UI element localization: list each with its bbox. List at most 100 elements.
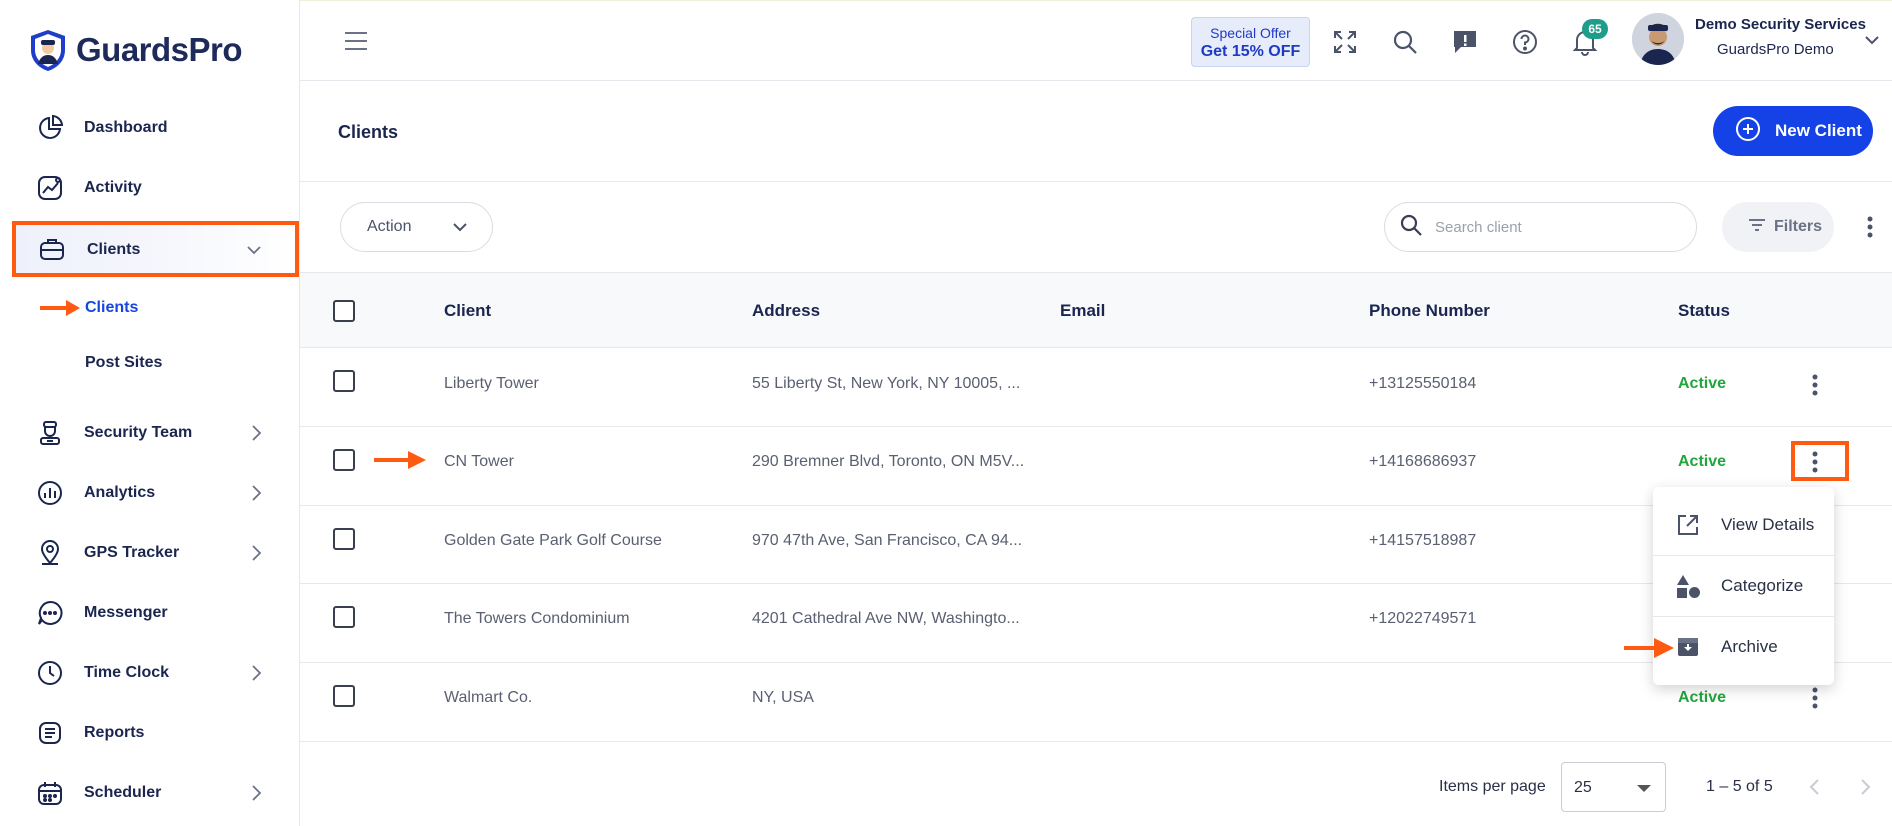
cell-address: 290 Bremner Blvd, Toronto, ON M5V... — [752, 453, 1025, 470]
row-more-options-icon[interactable] — [1811, 686, 1819, 715]
help-icon[interactable] — [1508, 25, 1542, 59]
column-header-email[interactable]: Email — [1060, 301, 1105, 321]
chevron-down-icon — [452, 220, 468, 239]
menu-item-view-details[interactable]: View Details — [1653, 495, 1834, 555]
chevron-down-icon[interactable] — [246, 242, 262, 263]
annotation-arrow — [374, 451, 426, 469]
select-all-checkbox[interactable] — [333, 300, 355, 322]
cell-client: Liberty Tower — [444, 375, 539, 392]
special-offer-banner[interactable]: Special Offer Get 15% OFF — [1191, 17, 1310, 67]
row-checkbox[interactable] — [333, 528, 355, 550]
action-dropdown[interactable]: Action — [340, 202, 493, 252]
shapes-icon — [1675, 573, 1701, 599]
search-box[interactable] — [1384, 202, 1697, 252]
sidebar-item-label: Messenger — [84, 604, 168, 621]
sidebar-item-label: Time Clock — [84, 664, 170, 681]
sidebar-item-label: Security Team — [84, 424, 193, 441]
top-bar: Special Offer Get 15% OFF 65 Demo Securi… — [300, 0, 1892, 81]
table-row[interactable]: Liberty Tower 55 Liberty St, New York, N… — [300, 349, 1892, 427]
chat-bubble-icon — [34, 597, 66, 629]
menu-item-categorize[interactable]: Categorize — [1653, 556, 1834, 616]
sidebar-item-analytics[interactable]: Analytics — [34, 473, 264, 513]
table-header: Client Address Email Phone Number Status — [300, 272, 1892, 348]
row-checkbox[interactable] — [333, 685, 355, 707]
sidebar-item-label: Reports — [84, 724, 145, 741]
row-checkbox[interactable] — [333, 449, 355, 471]
cell-client: The Towers Condominium — [444, 610, 630, 627]
feedback-icon[interactable] — [1448, 25, 1482, 59]
highlighted-more-options — [1791, 441, 1849, 481]
sidebar-item-time-clock[interactable]: Time Clock — [34, 653, 264, 693]
sidebar-item-activity[interactable]: Activity — [34, 168, 264, 208]
sidebar-item-scheduler[interactable]: Scheduler — [34, 773, 264, 813]
column-header-phone[interactable]: Phone Number — [1369, 301, 1490, 321]
search-input[interactable] — [1435, 218, 1675, 236]
cell-client: Golden Gate Park Golf Course — [444, 532, 662, 549]
bar-chart-icon — [34, 477, 66, 509]
chevron-right-icon — [248, 661, 264, 690]
new-client-button[interactable]: New Client — [1713, 106, 1873, 156]
items-per-page-label: Items per page — [1439, 778, 1546, 795]
search-icon[interactable] — [1388, 25, 1422, 59]
pagination-range: 1 – 5 of 5 — [1706, 778, 1773, 795]
chevron-right-icon — [248, 421, 264, 450]
menu-item-archive[interactable]: Archive — [1653, 617, 1834, 677]
annotation-arrow — [40, 300, 80, 316]
sidebar-item-messenger[interactable]: Messenger — [34, 593, 264, 633]
avatar[interactable] — [1632, 13, 1684, 65]
page-title: Clients — [338, 122, 399, 142]
filters-button[interactable]: Filters — [1722, 202, 1834, 252]
plus-circle-icon — [1735, 116, 1761, 147]
fullscreen-icon[interactable] — [1328, 25, 1362, 59]
filters-label: Filters — [1774, 218, 1823, 235]
sidebar-subitem-post-sites[interactable]: Post Sites — [85, 354, 162, 372]
row-checkbox[interactable] — [333, 370, 355, 392]
sidebar-item-label: Scheduler — [84, 784, 162, 801]
sidebar-item-label: GPS Tracker — [84, 544, 180, 561]
search-icon — [1399, 213, 1423, 242]
more-options-icon[interactable] — [1866, 215, 1874, 244]
sidebar: GuardsPro Dashboard Activity Clients Cli… — [0, 0, 300, 826]
previous-page-icon[interactable] — [1807, 776, 1823, 803]
sidebar-item-label: Dashboard — [84, 119, 168, 136]
cell-address: 970 47th Ave, San Francisco, CA 94... — [752, 532, 1023, 549]
cell-client: CN Tower — [444, 453, 514, 470]
dropdown-caret-icon — [1637, 785, 1651, 792]
column-header-status[interactable]: Status — [1678, 301, 1730, 321]
activity-chart-icon — [34, 172, 66, 204]
items-per-page-value: 25 — [1574, 779, 1592, 796]
cell-address: 55 Liberty St, New York, NY 10005, ... — [752, 375, 1021, 392]
shield-guard-logo-icon — [31, 30, 65, 71]
brand-logo[interactable]: GuardsPro — [28, 28, 243, 72]
items-per-page-select[interactable]: 25 — [1561, 762, 1666, 812]
sidebar-item-reports[interactable]: Reports — [34, 713, 264, 753]
external-link-icon — [1675, 512, 1701, 538]
next-page-icon[interactable] — [1857, 776, 1873, 803]
sidebar-item-gps-tracker[interactable]: GPS Tracker — [34, 533, 264, 573]
guard-icon — [34, 417, 66, 449]
cell-client: Walmart Co. — [444, 689, 533, 706]
column-header-client[interactable]: Client — [444, 301, 491, 321]
sidebar-item-security-team[interactable]: Security Team — [34, 413, 264, 453]
row-more-options-icon[interactable] — [1811, 373, 1819, 402]
sidebar-item-label: Analytics — [84, 484, 156, 501]
cell-phone: +12022749571 — [1369, 610, 1477, 627]
offer-line1: Special Offer — [1210, 25, 1291, 41]
cell-address: NY, USA — [752, 689, 814, 706]
cell-phone: +14168686937 — [1369, 453, 1477, 470]
chevron-down-icon[interactable] — [1864, 33, 1880, 51]
menu-item-label: Categorize — [1721, 576, 1804, 595]
offer-line2: Get 15% OFF — [1200, 43, 1301, 60]
sidebar-item-clients[interactable]: Clients — [12, 221, 299, 277]
column-header-address[interactable]: Address — [752, 301, 820, 321]
cell-status: Active — [1678, 375, 1727, 392]
cell-phone: +14157518987 — [1369, 532, 1477, 549]
hamburger-menu-icon[interactable] — [344, 31, 368, 56]
chevron-right-icon — [248, 481, 264, 510]
sidebar-subitem-clients[interactable]: Clients — [85, 299, 138, 317]
chevron-right-icon — [248, 541, 264, 570]
sidebar-item-dashboard[interactable]: Dashboard — [34, 108, 264, 148]
row-checkbox[interactable] — [333, 606, 355, 628]
action-label: Action — [367, 218, 412, 235]
user-name: GuardsPro Demo — [1717, 41, 1834, 58]
